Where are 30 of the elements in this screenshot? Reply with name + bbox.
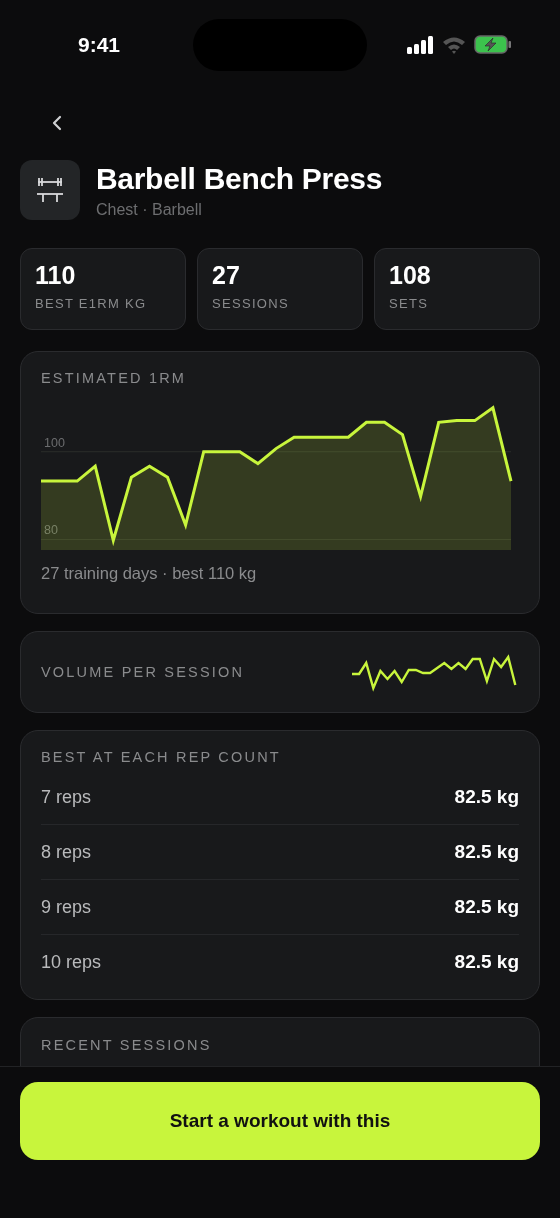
best-weight: 82.5 kg (454, 786, 519, 808)
card-title: BEST AT EACH REP COUNT (41, 749, 281, 765)
exercise-title: Barbell Bench Press (96, 161, 383, 197)
battery-icon (474, 35, 512, 54)
wifi-icon (442, 35, 466, 54)
start-workout-button[interactable]: Start a workout with this (20, 1082, 540, 1160)
axis-tick-label: 100 (44, 435, 65, 450)
barbell-icon (20, 160, 80, 220)
best-weight: 82.5 kg (454, 951, 519, 973)
rep-count: 10 reps (41, 951, 102, 973)
back-icon (52, 115, 62, 131)
chart-summary: 27 training days · best 110 kg (41, 564, 258, 583)
axis-tick-label: 80 (44, 523, 58, 538)
best-weight: 82.5 kg (454, 841, 519, 863)
stat-label: SESSIONS (212, 296, 290, 311)
rep-count: 9 reps (41, 896, 92, 918)
card-title: ESTIMATED 1RM (41, 370, 188, 386)
rep-count: 8 reps (41, 841, 92, 863)
signal-icon (407, 35, 434, 54)
card-title: RECENT SESSIONS (41, 1037, 212, 1053)
stat-label: SETS (389, 296, 430, 311)
stat-label: BEST E1RM KG (35, 296, 148, 311)
rep-count: 7 reps (41, 786, 92, 808)
stat-value: 108 (389, 261, 432, 290)
stat-value: 110 (35, 261, 77, 290)
exercise-subtitle: Chest · Barbell (96, 201, 203, 219)
card-title: VOLUME PER SESSION (41, 664, 245, 680)
stat-value: 27 (212, 261, 241, 290)
best-weight: 82.5 kg (454, 896, 519, 918)
status-time: 9:41 (78, 33, 121, 57)
